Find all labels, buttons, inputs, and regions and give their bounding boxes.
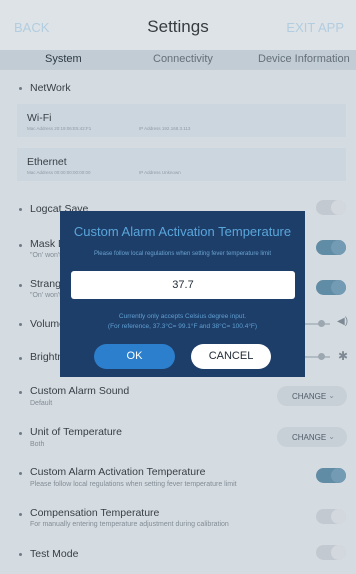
dialog-title: Custom Alarm Activation Temperature xyxy=(73,224,292,239)
dialog-hint: Please follow local regulations when set… xyxy=(93,251,272,257)
alarm-temperature-dialog: Custom Alarm Activation Temperature Plea… xyxy=(60,211,305,377)
temperature-input[interactable]: 37.7 xyxy=(71,271,295,299)
cancel-button[interactable]: CANCEL xyxy=(191,344,271,369)
ok-button[interactable]: OK xyxy=(94,344,175,369)
dialog-note-reference: (For reference, 37.3°C= 99.1°F and 38°C=… xyxy=(107,323,258,330)
dialog-note-celsius: Currently only accepts Celsius degree in… xyxy=(118,313,247,320)
